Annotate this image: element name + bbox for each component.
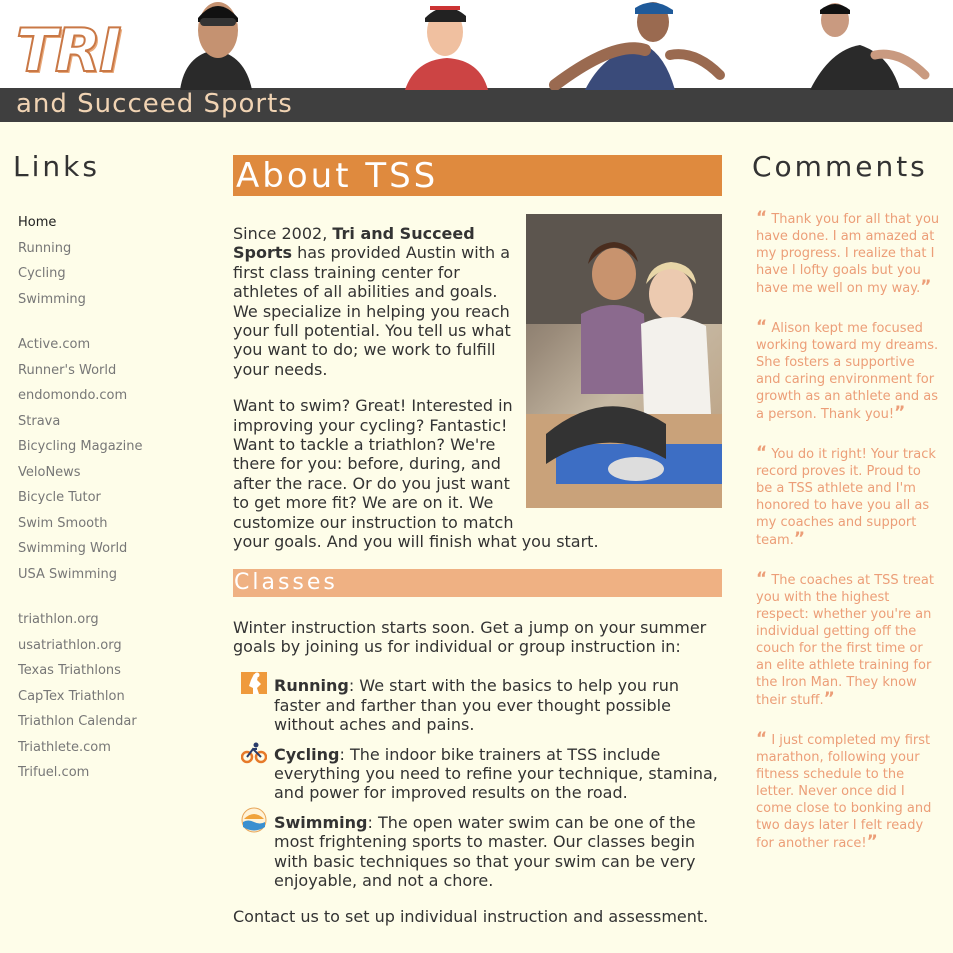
intro-section: Since 2002, Tri and Succeed Sports has p… xyxy=(233,214,722,552)
site-logo[interactable]: TRI xyxy=(15,19,122,83)
external-link[interactable]: Texas Triathlons xyxy=(18,658,142,684)
links-list: Home Running Cycling Swimming Active.com… xyxy=(18,210,142,786)
external-link[interactable]: Runner's World xyxy=(18,358,142,384)
external-link[interactable]: triathlon.org xyxy=(18,607,142,633)
link-group-spacer xyxy=(18,587,142,607)
close-quote-icon: ” xyxy=(920,277,932,297)
close-quote-icon: ” xyxy=(894,403,906,423)
class-cycling: Cycling: The indoor bike trainers at TSS… xyxy=(233,742,722,803)
comment-item: “ You do it right! Your track record pro… xyxy=(756,445,941,549)
external-link[interactable]: Swim Smooth xyxy=(18,511,142,537)
nav-link-running[interactable]: Running xyxy=(18,236,142,262)
external-link[interactable]: Swimming World xyxy=(18,536,142,562)
cycling-icon xyxy=(241,742,267,763)
main-content: About TSS Since 2002, Tri and Succeed Sp… xyxy=(233,155,722,927)
external-link[interactable]: usatriathlon.org xyxy=(18,633,142,659)
comment-text: I just completed my first marathon, foll… xyxy=(756,733,932,851)
open-quote-icon: “ xyxy=(756,208,768,228)
comment-item: “ The coaches at TSS treat you with the … xyxy=(756,571,941,709)
classes-heading: Classes xyxy=(233,568,722,597)
links-heading: Links xyxy=(13,150,100,183)
classes-intro: Winter instruction starts soon. Get a ju… xyxy=(233,617,707,656)
class-name: Running xyxy=(274,676,349,696)
nav-link-swimming[interactable]: Swimming xyxy=(18,287,142,313)
comment-item: “ I just completed my first marathon, fo… xyxy=(756,731,941,852)
comment-text: Thank you for all that you have done. I … xyxy=(756,212,940,296)
external-link[interactable]: Triathlon Calendar xyxy=(18,709,142,735)
intro-text-start: Since 2002, xyxy=(233,224,333,243)
intro-text-end: has provided Austin with a first class t… xyxy=(233,243,511,379)
external-link[interactable]: Bicycle Tutor xyxy=(18,485,142,511)
external-link[interactable]: Active.com xyxy=(18,332,142,358)
comment-text: The coaches at TSS treat you with the hi… xyxy=(756,573,934,708)
running-icon xyxy=(241,672,267,695)
external-link[interactable]: Trifuel.com xyxy=(18,760,142,786)
external-link[interactable]: Strava xyxy=(18,409,142,435)
nav-link-home[interactable]: Home xyxy=(18,210,142,236)
nav-link-cycling[interactable]: Cycling xyxy=(18,261,142,287)
comments-heading: Comments xyxy=(752,150,928,183)
external-link[interactable]: USA Swimming xyxy=(18,562,142,588)
close-quote-icon: ” xyxy=(866,832,878,852)
class-description: : The indoor bike trainers at TSS includ… xyxy=(274,744,718,803)
link-group-spacer xyxy=(18,312,142,332)
swimming-icon xyxy=(241,807,267,833)
comment-text: Alison kept me focused working toward my… xyxy=(756,321,939,422)
class-name: Swimming xyxy=(274,812,368,832)
comments-list: “ Thank you for all that you have done. … xyxy=(756,210,941,874)
class-name: Cycling xyxy=(274,744,340,764)
external-link[interactable]: CapTex Triathlon xyxy=(18,684,142,710)
cyclist-athlete-image xyxy=(405,6,488,90)
runner-athlete-image xyxy=(549,2,725,90)
open-quote-icon: “ xyxy=(756,569,768,589)
site-subtitle: and Succeed Sports xyxy=(16,89,293,119)
swimmer-athlete-image xyxy=(180,2,252,90)
open-quote-icon: “ xyxy=(756,443,768,463)
open-quote-icon: “ xyxy=(756,729,768,749)
class-running: Running: We start with the basics to hel… xyxy=(233,672,722,734)
external-link[interactable]: Bicycling Magazine xyxy=(18,434,142,460)
comment-item: “ Thank you for all that you have done. … xyxy=(756,210,941,297)
close-quote-icon: ” xyxy=(793,529,806,549)
site-header: TRI and Succeed Sports xyxy=(0,0,953,122)
female-runner-athlete-image xyxy=(810,3,930,90)
women-fitness-photo xyxy=(526,214,722,508)
comment-text: You do it right! Your track record prove… xyxy=(756,447,936,548)
external-link[interactable]: endomondo.com xyxy=(18,383,142,409)
about-heading: About TSS xyxy=(233,155,722,196)
external-link[interactable]: Triathlete.com xyxy=(18,735,142,761)
comment-item: “ Alison kept me focused working toward … xyxy=(756,319,941,423)
class-swimming: Swimming: The open water swim can be one… xyxy=(233,807,722,891)
external-link[interactable]: VeloNews xyxy=(18,460,142,486)
photo-illustration xyxy=(526,214,722,508)
contact-text: Contact us to set up individual instruct… xyxy=(233,907,709,927)
open-quote-icon: “ xyxy=(756,317,768,337)
close-quote-icon: ” xyxy=(823,689,835,709)
